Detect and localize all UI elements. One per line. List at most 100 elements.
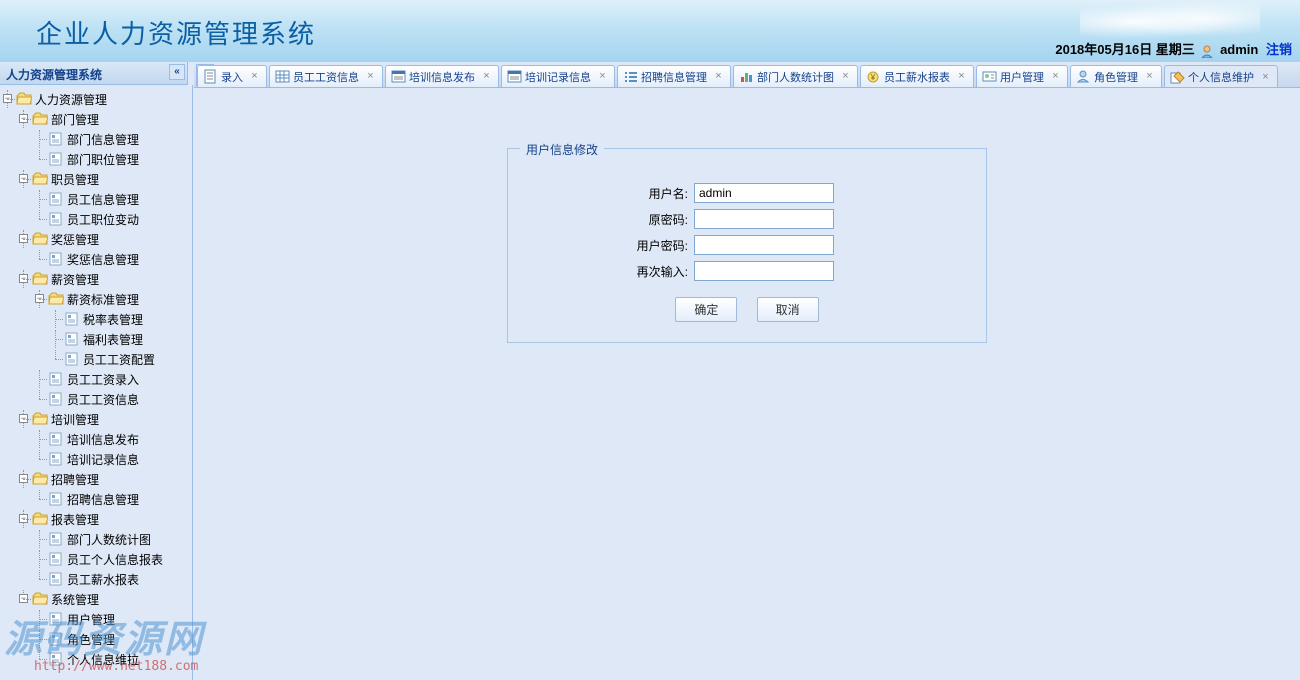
app-header: 企业人力资源管理系统 2018年05月16日 星期三 admin 注销 [0,0,1300,62]
tree-leaf[interactable]: 培训记录信息 [0,449,187,469]
user-info-fieldset: 用户信息修改 用户名: 原密码: 用户密码: 再次输入: 确定 取消 [507,148,987,343]
tree-leaf[interactable]: 部门职位管理 [0,149,187,169]
document-icon [64,312,80,326]
tree-leaf[interactable]: 角色管理 [0,629,187,649]
tree-leaf[interactable]: 员工工资信息 [0,389,187,409]
folder-open-icon [32,592,48,606]
tree-label: 部门信息管理 [67,131,139,148]
header-decoration [1080,2,1260,42]
document-icon [48,192,64,206]
doc-icon [203,69,218,84]
tab-close-icon[interactable]: × [481,71,492,82]
document-icon [48,212,64,226]
ok-button[interactable]: 确定 [675,297,737,322]
tab-label: 员工工资信息 [293,69,359,85]
tab-close-icon[interactable]: × [1050,71,1061,82]
tree-leaf[interactable]: 福利表管理 [0,329,187,349]
cancel-button[interactable]: 取消 [757,297,819,322]
tab-label: 员工薪水报表 [884,69,950,85]
folder-open-icon [16,92,32,106]
tab-培训记录信息[interactable]: 培训记录信息× [501,65,615,87]
tab-员工工资信息[interactable]: 员工工资信息 × [269,65,383,87]
tab-close-icon[interactable]: × [249,71,260,82]
user-icon [1200,44,1214,58]
username-input[interactable] [694,183,834,203]
document-icon [48,572,64,586]
document-icon [48,392,64,406]
tree-folder[interactable]: −人力资源管理 [0,89,187,109]
tree-folder[interactable]: −薪资标准管理 [0,289,187,309]
tab-个人信息维护[interactable]: 个人信息维护× [1164,65,1278,88]
tab-content: 用户信息修改 用户名: 原密码: 用户密码: 再次输入: 确定 取消 [194,88,1300,680]
tree-folder[interactable]: −部门管理 [0,109,187,129]
document-icon [48,252,64,266]
sidebar-splitter[interactable] [187,85,193,680]
tree-leaf[interactable]: 员工职位变动 [0,209,187,229]
tree-label: 员工信息管理 [67,191,139,208]
tab-label: 部门人数统计图 [757,69,834,85]
tab-录入[interactable]: 录入× [197,65,267,87]
username-label: 用户名: [528,185,694,202]
confirm-input[interactable] [694,261,834,281]
folder-open-icon [32,472,48,486]
tree-folder[interactable]: −培训管理 [0,409,187,429]
tab-招聘信息管理[interactable]: 招聘信息管理× [617,65,731,87]
tab-close-icon[interactable]: × [713,71,724,82]
grid-icon [275,69,290,84]
tree-folder[interactable]: −报表管理 [0,509,187,529]
document-icon [64,352,80,366]
tab-close-icon[interactable]: × [597,71,608,82]
tree-leaf[interactable]: 部门人数统计图 [0,529,187,549]
sidebar-collapse-button[interactable]: « [169,64,185,80]
confirm-label: 再次输入: [528,263,694,280]
user-card-icon [982,69,997,84]
tab-员工薪水报表[interactable]: 员工薪水报表 × [860,65,974,87]
tree-folder[interactable]: −薪资管理 [0,269,187,289]
tree-folder[interactable]: −职员管理 [0,169,187,189]
tree-leaf[interactable]: 员工薪水报表 [0,569,187,589]
tree-label: 奖惩管理 [51,231,99,248]
document-icon [48,372,64,386]
tree-label: 招聘管理 [51,471,99,488]
tab-部门人数统计图[interactable]: 部门人数统计图 × [733,65,858,87]
tree-leaf[interactable]: 部门信息管理 [0,129,187,149]
tree-leaf[interactable]: 奖惩信息管理 [0,249,187,269]
tree-leaf[interactable]: 培训信息发布 [0,429,187,449]
folder-open-icon [48,292,64,306]
tree-leaf[interactable]: 员工工资配置 [0,349,187,369]
list-icon [623,69,638,84]
tab-close-icon[interactable]: × [365,71,376,82]
logout-link[interactable]: 注销 [1266,42,1292,57]
tree-folder[interactable]: −奖惩管理 [0,229,187,249]
nav-tree: −人力资源管理−部门管理部门信息管理部门职位管理−职员管理员工信息管理员工职位变… [0,85,187,680]
tree-label: 培训管理 [51,411,99,428]
tree-leaf[interactable]: 员工信息管理 [0,189,187,209]
tab-用户管理[interactable]: 用户管理× [976,65,1068,87]
tree-leaf[interactable]: 员工个人信息报表 [0,549,187,569]
oldpwd-label: 原密码: [528,211,694,228]
tree-leaf[interactable]: 用户管理 [0,609,187,629]
tree-leaf[interactable]: 个人信息维拉 [0,649,187,669]
tab-角色管理[interactable]: 角色管理× [1070,65,1162,87]
tab-close-icon[interactable]: × [840,71,851,82]
tab-close-icon[interactable]: × [1260,72,1271,83]
tab-close-icon[interactable]: × [1144,71,1155,82]
tree-folder[interactable]: −系统管理 [0,589,187,609]
tab-close-icon[interactable]: × [956,71,967,82]
tree-label: 员工工资录入 [67,371,139,388]
tree-folder[interactable]: −招聘管理 [0,469,187,489]
tree-leaf[interactable]: 员工工资录入 [0,369,187,389]
tree-label: 薪资管理 [51,271,99,288]
tree-leaf[interactable]: 招聘信息管理 [0,489,187,509]
tree-label: 报表管理 [51,511,99,528]
tree-label: 职员管理 [51,171,99,188]
sidebar-title: 人力资源管理系统 « [0,62,187,85]
oldpwd-input[interactable] [694,209,834,229]
newpwd-input[interactable] [694,235,834,255]
tab-培训信息发布[interactable]: 培训信息发布× [385,65,499,87]
tree-label: 部门管理 [51,111,99,128]
tree-label: 系统管理 [51,591,99,608]
money-icon [866,69,881,84]
tree-leaf[interactable]: 税率表管理 [0,309,187,329]
lines-icon [507,69,522,84]
